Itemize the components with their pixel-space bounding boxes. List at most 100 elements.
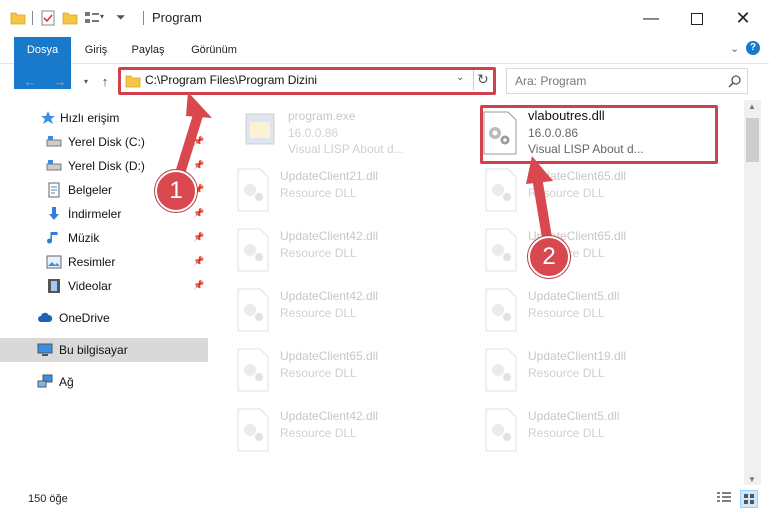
refresh-icon[interactable]: ↻: [477, 71, 489, 88]
expand-ribbon-icon[interactable]: ⌄: [730, 42, 739, 55]
sidebar-item-label: Videolar: [68, 279, 112, 293]
scroll-up-icon[interactable]: ▲: [748, 102, 756, 111]
close-button[interactable]: ✕: [720, 0, 766, 37]
search-input[interactable]: Ara: Program: [515, 74, 586, 88]
documents-icon: [48, 182, 60, 198]
sidebar-item-pictures[interactable]: Resimler 📌: [0, 250, 208, 274]
file-description: Resource DLL: [528, 426, 605, 440]
pin-icon[interactable]: 📌: [193, 256, 204, 266]
step-2-badge: 2: [528, 236, 570, 278]
customize-toolbar-icon[interactable]: ⏷: [116, 10, 126, 25]
sidebar-item-quick-access[interactable]: Hızlı erişim: [0, 106, 208, 130]
sidebar-item-label: Ağ: [59, 375, 74, 389]
sidebar-item-label: Yerel Disk (D:): [68, 159, 145, 173]
file-name: UpdateClient19.dll: [528, 349, 627, 363]
address-dropdown-icon[interactable]: ⌄: [456, 72, 464, 83]
sidebar-item-onedrive[interactable]: OneDrive: [0, 306, 208, 330]
details-view-icon[interactable]: [716, 491, 732, 505]
file-name: program.exe: [288, 109, 356, 123]
pin-icon[interactable]: 📌: [193, 232, 204, 242]
tab-view[interactable]: Görünüm: [185, 37, 243, 63]
scroll-down-icon[interactable]: ▼: [748, 475, 756, 484]
highlight-box: [480, 105, 718, 164]
file-description: Resource DLL: [280, 186, 357, 200]
properties-icon[interactable]: [40, 10, 56, 26]
back-button[interactable]: ←: [20, 70, 40, 92]
sidebar-item-network[interactable]: Ağ: [0, 370, 208, 394]
new-folder-icon[interactable]: [62, 10, 78, 26]
pictures-icon: [46, 255, 62, 269]
sidebar-item-label: Yerel Disk (C:): [68, 135, 145, 149]
file-item[interactable]: UpdateClient42.dll Resource DLL: [232, 406, 432, 458]
dll-file-icon: [237, 408, 269, 452]
file-item[interactable]: program.exe 16.0.0.86 Visual LISP About …: [240, 106, 440, 158]
minimize-button[interactable]: —: [628, 0, 674, 37]
sidebar-item-label: Bu bilgisayar: [59, 343, 128, 357]
pin-icon[interactable]: 📌: [193, 136, 204, 146]
tab-home[interactable]: Giriş: [79, 37, 113, 63]
exe-file-icon: [245, 113, 275, 145]
video-icon: [48, 279, 60, 293]
file-name: UpdateClient5.dll: [528, 409, 620, 423]
drive-icon: [46, 136, 62, 147]
file-description: Resource DLL: [528, 366, 605, 380]
sidebar-item-label: İndirmeler: [68, 207, 122, 221]
file-description: Visual LISP About d...: [288, 142, 404, 156]
file-item[interactable]: UpdateClient21.dll Resource DLL: [232, 166, 432, 218]
file-list: program.exe 16.0.0.86 Visual LISP About …: [208, 100, 744, 485]
sidebar-item-label: Resimler: [68, 255, 116, 269]
pin-icon[interactable]: 📌: [193, 208, 204, 218]
pin-icon[interactable]: 📌: [193, 280, 204, 290]
sidebar-item-this-pc[interactable]: Bu bilgisayar: [0, 338, 208, 362]
file-item[interactable]: UpdateClient5.dll Resource DLL: [480, 286, 680, 338]
large-icons-view-icon[interactable]: [740, 490, 758, 508]
file-description: Resource DLL: [528, 306, 605, 320]
dll-file-icon: [237, 348, 269, 392]
address-path[interactable]: C:\Program Files\Program Dizini: [145, 73, 317, 87]
recent-locations-button[interactable]: ▾: [76, 70, 96, 92]
computer-icon: [37, 343, 53, 356]
file-name: UpdateClient21.dll: [280, 169, 379, 183]
file-item[interactable]: UpdateClient42.dll Resource DLL: [232, 286, 432, 338]
up-button[interactable]: ↑: [95, 70, 115, 92]
cloud-icon: [38, 312, 53, 322]
status-bar: 150 öğe: [0, 487, 769, 511]
tab-share[interactable]: Paylaş: [127, 37, 169, 63]
separator: [473, 70, 474, 90]
file-version: 16.0.0.86: [288, 126, 339, 140]
navigation-pane: Hızlı erişim Yerel Disk (C:) 📌 Yerel Dis…: [0, 100, 208, 485]
folder-icon: [10, 12, 26, 25]
sidebar-item-videos[interactable]: Videolar 📌: [0, 274, 208, 298]
view-options-icon[interactable]: [84, 10, 100, 26]
pin-icon[interactable]: 📌: [193, 160, 204, 170]
file-item[interactable]: UpdateClient65.dll Resource DLL: [232, 346, 432, 398]
customize-dropdown-icon[interactable]: ▾: [100, 12, 104, 21]
file-item[interactable]: UpdateClient19.dll Resource DLL: [480, 346, 680, 398]
dll-file-icon: [237, 288, 269, 332]
sidebar-item-label: Müzik: [68, 231, 100, 245]
step-1-badge: 1: [155, 170, 197, 212]
file-item[interactable]: UpdateClient65.dll Resource DLL: [480, 166, 680, 218]
forward-button[interactable]: →: [50, 70, 70, 92]
dll-file-icon: [485, 228, 517, 272]
file-item[interactable]: UpdateClient42.dll Resource DLL: [232, 226, 432, 278]
file-description: Resource DLL: [528, 186, 605, 200]
search-icon[interactable]: [728, 74, 742, 88]
item-count: 150 öğe: [28, 493, 68, 505]
dll-file-icon: [485, 408, 517, 452]
sidebar-item-disk-c[interactable]: Yerel Disk (C:) 📌: [0, 130, 208, 154]
scrollbar-thumb[interactable]: [746, 118, 759, 162]
help-icon[interactable]: ?: [746, 41, 760, 55]
file-item[interactable]: UpdateClient65.dll Resource DLL: [480, 226, 680, 278]
download-icon: [49, 207, 59, 220]
file-description: Resource DLL: [280, 306, 357, 320]
file-name: UpdateClient65.dll: [528, 169, 627, 183]
drive-icon: [46, 160, 62, 171]
dll-file-icon: [485, 288, 517, 332]
file-description: Resource DLL: [280, 426, 357, 440]
sidebar-item-music[interactable]: Müzik 📌: [0, 226, 208, 250]
file-name: UpdateClient65.dll: [280, 349, 379, 363]
maximize-button[interactable]: [674, 0, 720, 37]
dll-file-icon: [485, 348, 517, 392]
file-item[interactable]: UpdateClient5.dll Resource DLL: [480, 406, 680, 458]
